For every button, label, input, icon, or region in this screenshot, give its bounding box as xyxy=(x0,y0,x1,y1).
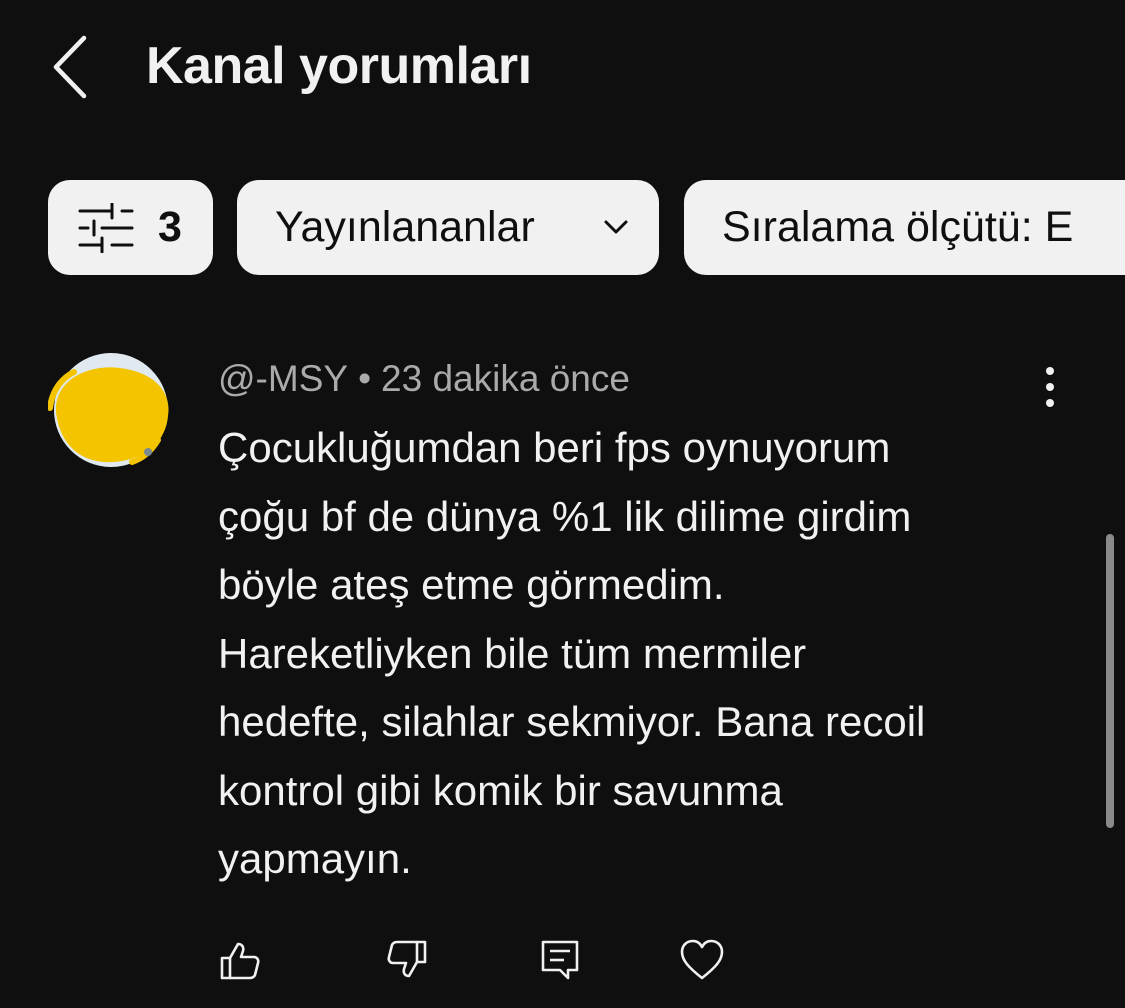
chevron-left-icon xyxy=(53,35,87,99)
thumb-down-icon xyxy=(387,940,427,978)
avatar[interactable] xyxy=(47,350,174,470)
status-dropdown[interactable]: Yayınlananlar xyxy=(237,180,659,275)
more-vertical-icon xyxy=(1046,367,1054,407)
sort-label: Sıralama ölçütü: E xyxy=(722,203,1074,251)
sort-dropdown[interactable]: Sıralama ölçütü: E xyxy=(684,180,1125,275)
reply-comment-icon xyxy=(541,940,579,980)
like-button[interactable] xyxy=(218,938,262,982)
comment-author[interactable]: @-MSY xyxy=(218,358,348,399)
meta-separator: • xyxy=(358,358,372,399)
back-button[interactable] xyxy=(44,32,104,102)
sliders-icon xyxy=(78,202,134,253)
comment-meta: @-MSY • 23 dakika önce xyxy=(218,358,630,400)
comments-screen: Kanal yorumları 3 Yayınlananlar Sıralama… xyxy=(0,0,1125,1008)
scrollbar[interactable] xyxy=(1106,534,1114,828)
more-options-button[interactable] xyxy=(1030,366,1070,408)
heart-icon xyxy=(680,939,724,980)
status-label: Yayınlananlar xyxy=(275,203,535,251)
comment-text: Çocukluğumdan beri fps oynuyorum çoğu bf… xyxy=(218,424,926,882)
dislike-button[interactable] xyxy=(385,938,429,982)
page-title: Kanal yorumları xyxy=(146,37,532,95)
comment-time: 23 dakika önce xyxy=(381,358,630,399)
reply-button[interactable] xyxy=(538,938,582,982)
heart-button[interactable] xyxy=(680,938,724,982)
thumb-up-icon xyxy=(220,942,260,980)
chevron-down-icon xyxy=(604,220,628,234)
filter-chip[interactable]: 3 xyxy=(48,180,213,275)
filter-count: 3 xyxy=(158,203,182,251)
